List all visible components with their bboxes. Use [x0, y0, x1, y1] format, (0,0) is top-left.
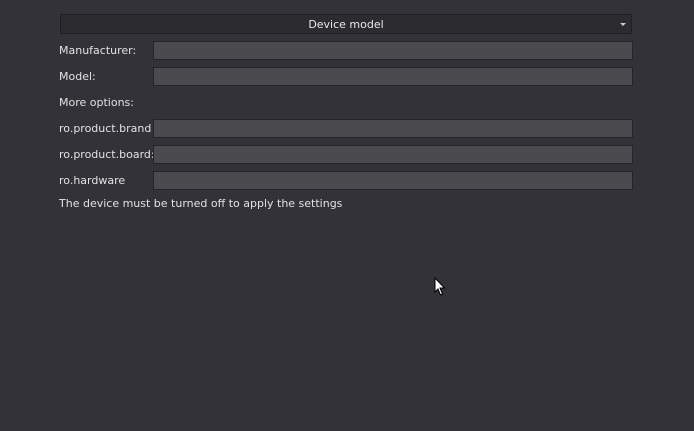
- model-field[interactable]: [153, 67, 633, 86]
- more-options-label: More options:: [59, 96, 134, 109]
- ro-hardware-label: ro.hardware: [59, 174, 126, 187]
- chevron-down-icon: [620, 23, 626, 26]
- model-label: Model:: [59, 70, 96, 83]
- ro-hardware-field[interactable]: [153, 171, 633, 190]
- device-model-settings-panel: Device model Manufacturer: Model: More o…: [0, 0, 694, 431]
- ro-product-board-field[interactable]: [153, 145, 633, 164]
- manufacturer-field[interactable]: [153, 41, 633, 60]
- ro-product-board-label: ro.product.board:: [59, 148, 155, 161]
- dropdown-selected-label: Device model: [308, 18, 384, 31]
- mouse-pointer-icon: [434, 277, 446, 296]
- manufacturer-label: Manufacturer:: [59, 44, 137, 57]
- ro-product-brand-label: ro.product.brand: [59, 122, 152, 135]
- device-model-dropdown[interactable]: Device model: [60, 14, 632, 34]
- power-off-note: The device must be turned off to apply t…: [59, 197, 343, 210]
- ro-product-brand-field[interactable]: [153, 119, 633, 138]
